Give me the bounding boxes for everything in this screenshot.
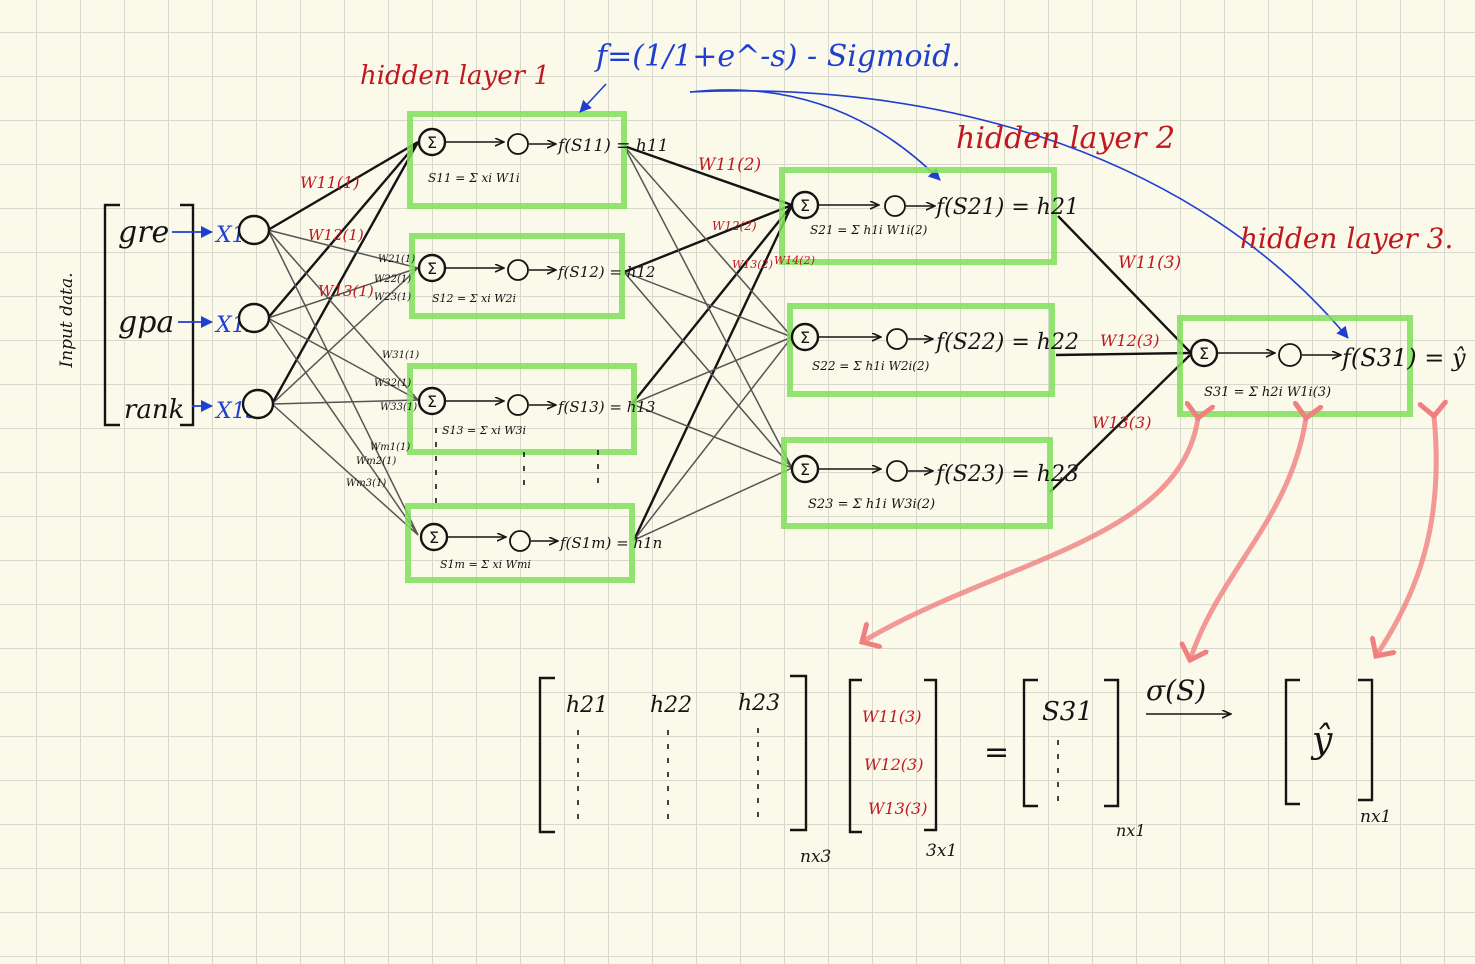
h-matrix-dim: nx3 xyxy=(800,847,831,867)
h1-sum-1: S11 = Σ xi W1i xyxy=(428,171,520,185)
h-matrix-col-3: h23 xyxy=(738,691,780,716)
h1-output-n: f(S1m) = h1n xyxy=(559,534,662,552)
h1-sum-2: S12 = Σ xi W2i xyxy=(432,292,516,305)
weight-w33-1: W33(1) xyxy=(380,402,417,413)
y-matrix-right-bracket xyxy=(1358,678,1374,802)
weight-wm2-1: Wm2(1) xyxy=(356,456,396,467)
weight-w13-2: W13(2) xyxy=(732,258,773,271)
h1-activation-node-2 xyxy=(507,259,529,281)
weight-wm3-1: Wm3(1) xyxy=(346,478,386,489)
hidden-layer-2-title: hidden layer 2 xyxy=(956,121,1175,156)
svg-text:Σ: Σ xyxy=(427,392,437,411)
w-matrix-entry-1: W11(3) xyxy=(862,707,921,726)
h-matrix-right-bracket xyxy=(790,674,808,832)
weight-w11-3: W11(3) xyxy=(1118,253,1181,273)
h2-output-3: f(S23) = h23 xyxy=(934,462,1079,487)
hidden-layer-3-title: hidden layer 3. xyxy=(1240,222,1453,255)
sigmoid-formula: f=(1/1+e^-s) - Sigmoid. xyxy=(594,39,961,74)
weight-w12-2: W12(2) xyxy=(712,219,757,233)
hidden-layer-1: hidden layer 1 Σ f(S11) = h11 S11 = Σ xi… xyxy=(300,61,668,583)
h1-sum-n: S1m = Σ xi Wmi xyxy=(440,558,531,571)
h1-activation-node-1 xyxy=(507,133,529,155)
arrow-yhat xyxy=(1376,416,1436,656)
y-matrix-entry: ŷ xyxy=(1310,720,1333,761)
h1-sum-3: S13 = Σ xi W3i xyxy=(442,424,526,437)
weight-w11-1: W11(1) xyxy=(300,173,359,192)
feature-rank: rank xyxy=(124,395,184,425)
w-matrix-dim: 3x1 xyxy=(926,841,957,861)
s-matrix-left-bracket xyxy=(1022,678,1038,808)
y-matrix-left-bracket xyxy=(1284,678,1300,806)
h1-output-2: f(S12) = h12 xyxy=(557,263,655,281)
arrow-sigmoid-to-h1 xyxy=(579,83,607,113)
hidden-layer-3: hidden layer 3. Σ f(S31) = ŷ S31 = Σ h2i… xyxy=(1092,222,1466,432)
h3-output: f(S31) = ŷ xyxy=(1340,344,1466,372)
h1-activation-node-n xyxy=(509,530,531,552)
sigmoid-annotation: f=(1/1+e^-s) - Sigmoid. xyxy=(579,39,1349,339)
h-matrix-col-2: h22 xyxy=(650,693,692,718)
weight-w12-1: W12(1) xyxy=(308,226,364,244)
arrow-sum-to-s xyxy=(1190,418,1306,660)
h2-sum-3: S23 = Σ h1i W3i(2) xyxy=(808,497,935,512)
input-node-x13 xyxy=(241,388,275,420)
edges-input-hidden1 xyxy=(267,140,420,536)
svg-text:Σ: Σ xyxy=(800,460,810,479)
h1-activation-node-3 xyxy=(507,394,529,416)
input-right-bracket xyxy=(180,203,195,427)
y-matrix-dim: nx1 xyxy=(1360,807,1391,827)
s-matrix-right-bracket xyxy=(1104,678,1120,808)
activation-label: σ(S) xyxy=(1146,674,1206,707)
weight-w13-1: W13(1) xyxy=(318,282,374,300)
feature-gre: gre xyxy=(118,215,169,250)
h1-unit-1-box xyxy=(407,111,627,209)
arrow-h2-matrix xyxy=(862,418,1198,642)
svg-text:Σ: Σ xyxy=(1199,344,1209,363)
input-node-x11 xyxy=(237,214,271,246)
h3-activation-node xyxy=(1278,343,1302,367)
weight-w11-2: W11(2) xyxy=(698,155,761,175)
mapping-arrows xyxy=(862,416,1436,660)
w-matrix-entry-2: W12(3) xyxy=(864,755,923,774)
matrix-equation: h21 h22 h23 nx3 W11(3) W12(3) W13(3) 3x1… xyxy=(538,674,1391,867)
h2-sum-2: S22 = Σ h1i W2i(2) xyxy=(812,359,930,373)
weight-w32-1: W32(1) xyxy=(374,378,411,389)
weight-w21-1: W21(1) xyxy=(378,254,415,265)
h1-output-1: f(S11) = h11 xyxy=(556,136,668,156)
svg-text:Σ: Σ xyxy=(429,528,439,547)
weight-w23-1: W23(1) xyxy=(374,292,411,303)
input-layer: Input data. gre gpa rank X11 X12 X13 xyxy=(57,203,260,427)
h2-output-1: f(S21) = h21 xyxy=(934,195,1079,220)
h2-activation-node-3 xyxy=(886,460,908,482)
h2-activation-node-2 xyxy=(886,328,908,350)
h-matrix-left-bracket xyxy=(538,676,555,834)
h2-activation-node-1 xyxy=(884,195,906,217)
weight-w22-1: W22(1) xyxy=(374,274,411,285)
s-matrix-entry: S31 xyxy=(1042,697,1093,727)
weight-w13-3: W13(3) xyxy=(1092,413,1151,432)
feature-gpa: gpa xyxy=(118,305,174,340)
s-matrix-dim: nx1 xyxy=(1116,821,1146,840)
h3-sum: S31 = Σ h2i W1i(3) xyxy=(1204,385,1331,400)
weight-w14-2: W14(2) xyxy=(774,254,815,267)
h2-output-2: f(S22) = h22 xyxy=(934,330,1079,355)
weight-w31-1: W31(1) xyxy=(382,350,419,361)
input-node-x12 xyxy=(237,302,271,334)
w-matrix-left-bracket xyxy=(848,678,862,834)
weight-w12-3: W12(3) xyxy=(1100,331,1159,350)
svg-text:Σ: Σ xyxy=(800,196,810,215)
h2-sum-1: S21 = Σ h1i W1i(2) xyxy=(810,223,928,237)
hidden-layer-2: hidden layer 2 Σ f(S21) = h21 S21 = Σ h1… xyxy=(698,121,1175,529)
h1-output-3: f(S13) = h13 xyxy=(557,398,655,416)
hidden-layer-1-title: hidden layer 1 xyxy=(360,61,550,91)
input-data-label: Input data. xyxy=(57,272,77,368)
svg-text:Σ: Σ xyxy=(427,133,437,152)
edges-hidden1-hidden2 xyxy=(623,144,794,541)
network-diagram: Input data. gre gpa rank X11 X12 X13 hid… xyxy=(57,39,1466,867)
svg-text:Σ: Σ xyxy=(800,328,810,347)
weight-wm1-1: Wm1(1) xyxy=(370,442,410,453)
h-matrix-col-1: h21 xyxy=(566,693,608,718)
svg-text:Σ: Σ xyxy=(427,259,437,278)
w-matrix-entry-3: W13(3) xyxy=(868,799,927,818)
equals-sign: = xyxy=(984,735,1009,770)
